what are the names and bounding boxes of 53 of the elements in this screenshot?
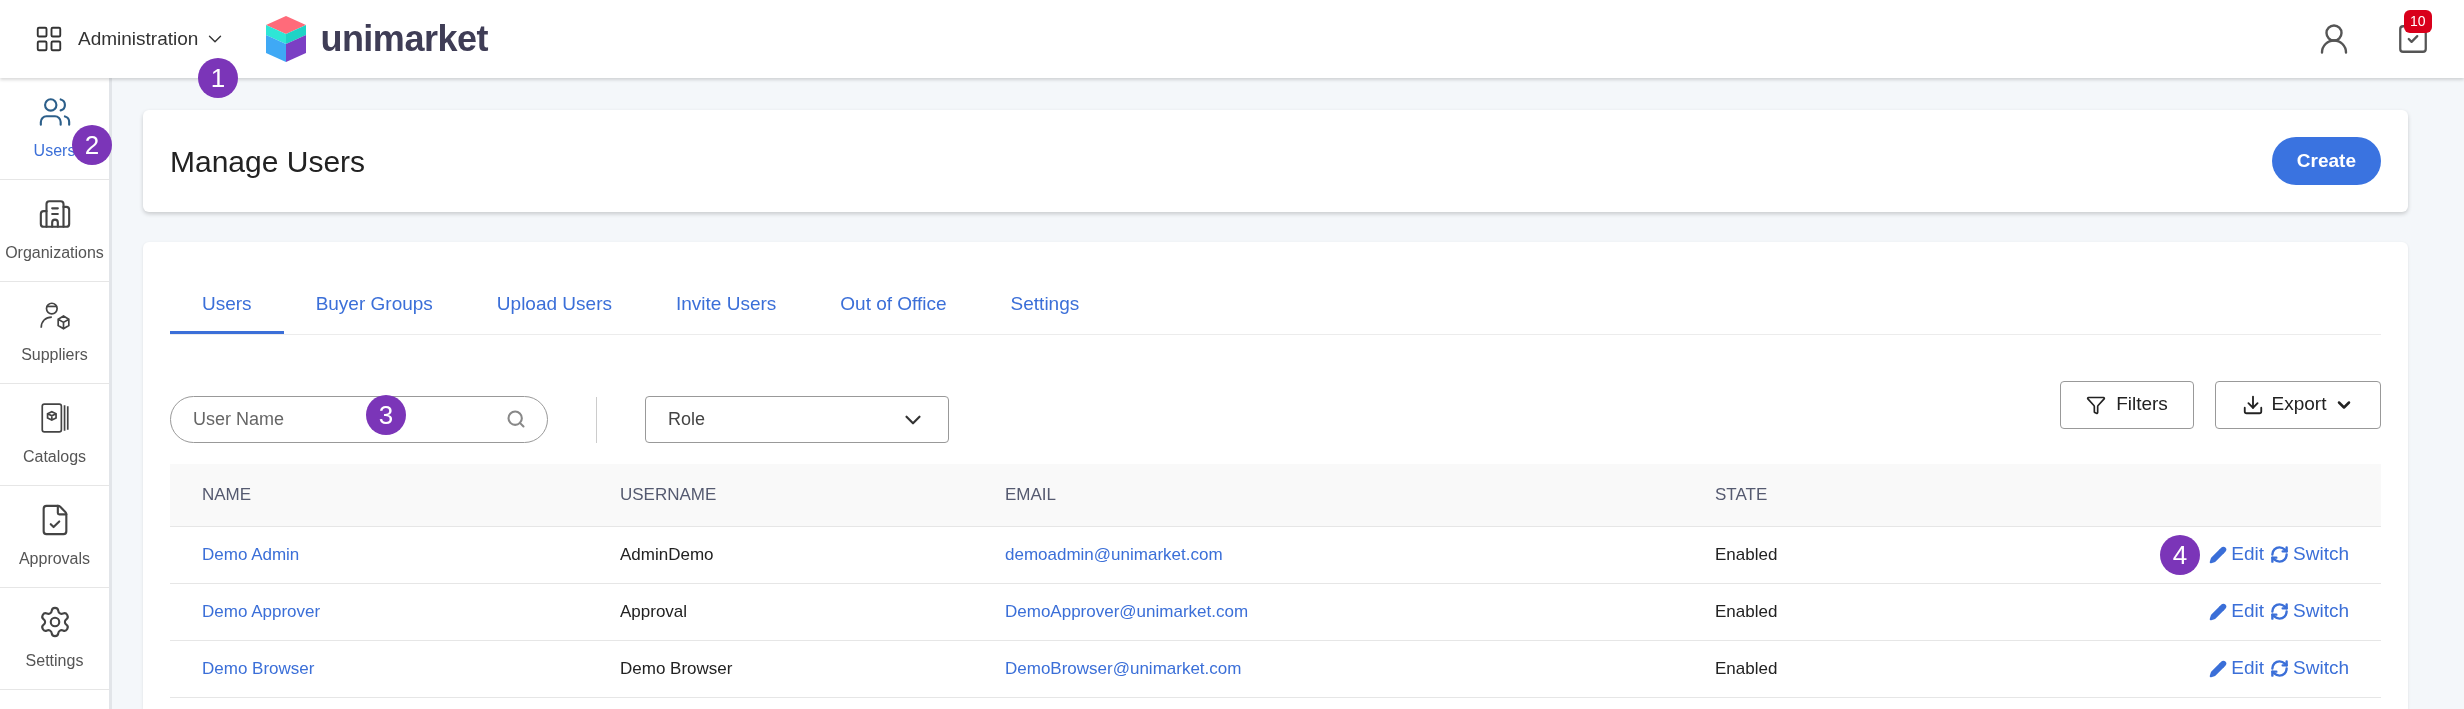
table-cell: AdminDemo (620, 544, 714, 564)
column-header: USERNAME (620, 484, 717, 504)
apps-grid-icon[interactable] (34, 24, 64, 54)
export-button[interactable]: Export (2215, 380, 2381, 429)
switch-link[interactable]: Switch (2270, 597, 2349, 626)
tab[interactable]: Users (170, 290, 284, 334)
edit-link[interactable]: Edit (2209, 654, 2265, 683)
edit-link[interactable]: Edit (2209, 597, 2265, 626)
column-header: STATE (1715, 484, 1768, 504)
notification-badge: 10 (2404, 10, 2432, 33)
column-header: NAME (202, 484, 252, 504)
logo-text: unimarket (320, 17, 488, 61)
table-cell: Enabled (1715, 601, 1778, 621)
email-link[interactable]: demoadmin@unimarket.com (1005, 541, 1223, 568)
page-title: Manage Users (170, 143, 366, 180)
sidebar-item[interactable]: Settings (0, 588, 109, 690)
pencil-icon (2209, 545, 2228, 564)
table-cell: Enabled (1715, 544, 1778, 564)
refresh-icon (2270, 602, 2290, 621)
column-header: EMAIL (1005, 484, 1057, 504)
tab[interactable]: Invite Users (643, 290, 809, 334)
user-name-link[interactable]: Demo Approver (202, 598, 321, 625)
download-tray-icon (2241, 393, 2264, 416)
funnel-icon (2086, 394, 2107, 415)
table-cell: Demo Browser (620, 658, 733, 678)
sidebar-item[interactable]: Approvals (0, 486, 109, 588)
table-cell: Approval (620, 601, 688, 621)
user-name-link[interactable]: Demo Admin (202, 541, 300, 568)
search-icon (506, 409, 526, 429)
tab[interactable]: Settings (978, 290, 1112, 334)
tab[interactable]: Upload Users (464, 290, 644, 334)
filters-button[interactable]: Filters (2060, 380, 2194, 429)
email-link[interactable]: DemoApprover@unimarket.com (1005, 598, 1249, 625)
app-switcher[interactable]: Administration (78, 24, 227, 54)
pencil-icon (2209, 659, 2228, 678)
edit-link[interactable]: Edit (2209, 540, 2265, 569)
email-link[interactable]: DemoBrowser@unimarket.com (1005, 655, 1242, 682)
pencil-icon (2209, 602, 2228, 621)
refresh-icon (2270, 659, 2290, 678)
callout-marker: 1 (198, 58, 238, 98)
user-name-link[interactable]: Demo Browser (202, 655, 315, 682)
switch-link[interactable]: Switch (2270, 540, 2349, 569)
role-select[interactable]: Role (645, 396, 949, 443)
refresh-icon (2270, 545, 2290, 564)
tab[interactable]: Out of Office (808, 290, 979, 334)
sidebar-item[interactable]: Suppliers (0, 282, 109, 384)
switch-link[interactable]: Switch (2270, 654, 2349, 683)
sidebar-item[interactable]: Organizations (0, 180, 109, 282)
sidebar-item[interactable]: Catalogs (0, 384, 109, 486)
table-cell: Enabled (1715, 658, 1778, 678)
tab[interactable]: Buyer Groups (283, 290, 465, 334)
create-button[interactable]: Create (2271, 137, 2381, 185)
logo-icon (266, 16, 307, 62)
